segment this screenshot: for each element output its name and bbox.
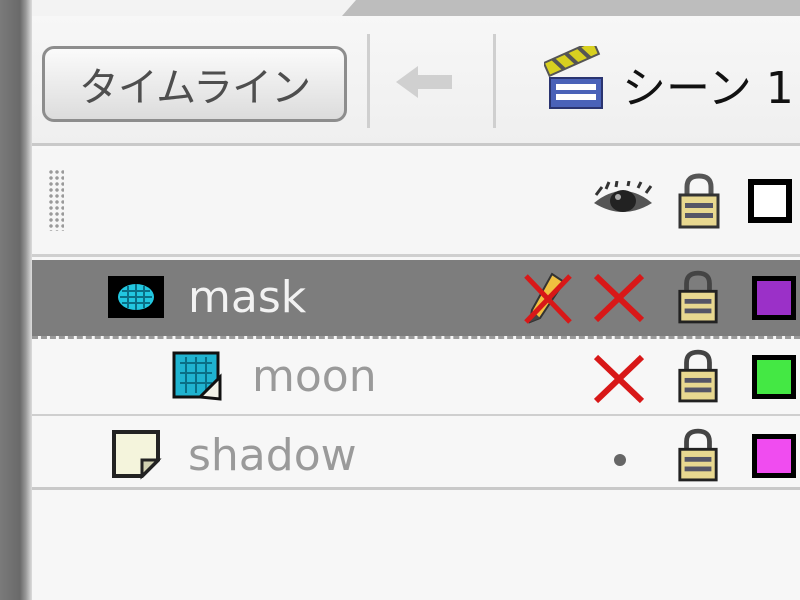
panel-tab-strip	[32, 0, 800, 16]
back-arrow-icon[interactable]	[394, 64, 456, 100]
layer-header-row	[32, 149, 800, 257]
lock-icon[interactable]	[676, 349, 720, 405]
window-edge	[0, 0, 32, 600]
layer-color-swatch[interactable]	[752, 355, 796, 399]
layer-name[interactable]: shadow	[188, 430, 357, 481]
empty-layer-area	[32, 493, 800, 600]
lock-icon[interactable]	[676, 270, 720, 326]
layer-name[interactable]: mask	[188, 272, 306, 323]
normal-layer-icon	[112, 430, 162, 480]
hidden-x-icon[interactable]	[592, 272, 646, 324]
mask-layer-icon	[108, 276, 164, 318]
layer-row-shadow[interactable]: shadow	[32, 414, 800, 490]
flash-timeline-panel: タイムライン シーン 1 mask moon shadow	[0, 0, 800, 600]
masked-layer-icon	[172, 351, 222, 401]
scene-label[interactable]: シーン 1	[622, 52, 794, 116]
hidden-x-icon[interactable]	[592, 353, 646, 405]
clapperboard-icon	[544, 46, 603, 109]
visible-dot-icon[interactable]	[614, 454, 626, 466]
outline-icon[interactable]	[748, 179, 792, 223]
layer-row-mask[interactable]: mask	[32, 260, 800, 336]
timeline-button[interactable]: タイムライン	[42, 46, 347, 122]
timeline-tab[interactable]	[32, 0, 356, 16]
timeline-toolbar: タイムライン シーン 1	[32, 16, 800, 146]
layer-color-swatch[interactable]	[752, 434, 796, 478]
eye-icon[interactable]	[592, 181, 654, 221]
toolbar-separator	[367, 34, 370, 128]
toolbar-separator	[493, 34, 496, 128]
layer-name[interactable]: moon	[252, 351, 377, 402]
lock-icon[interactable]	[676, 173, 722, 231]
drag-grip[interactable]	[48, 169, 64, 231]
pencil-edit-icon	[524, 272, 572, 324]
lock-icon[interactable]	[676, 428, 720, 484]
layer-color-swatch[interactable]	[752, 276, 796, 320]
layer-row-moon[interactable]: moon	[32, 336, 800, 412]
